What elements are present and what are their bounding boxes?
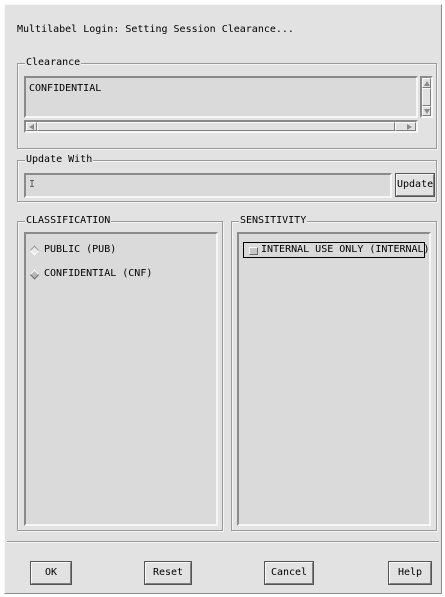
update-with-legend: Update With <box>25 154 94 166</box>
update-with-input[interactable]: I <box>24 173 392 198</box>
cancel-button[interactable]: Cancel <box>265 562 313 584</box>
scroll-left-arrow-icon[interactable] <box>26 122 37 131</box>
sensitivity-group: SENSITIVITY INTERNAL USE ONLY (INTERNAL) <box>231 215 437 531</box>
sensitivity-item-internal[interactable]: INTERNAL USE ONLY (INTERNAL) <box>243 242 430 258</box>
help-button[interactable]: Help <box>389 562 431 584</box>
clearance-value: CONFIDENTIAL <box>29 83 102 94</box>
scroll-up-arrow-icon[interactable] <box>422 78 431 88</box>
classification-option-pub[interactable]: PUBLIC (PUB) <box>29 244 210 258</box>
clearance-legend: Clearance <box>25 57 82 69</box>
clearance-horizontal-thumb[interactable] <box>37 122 395 131</box>
clearance-text-area: CONFIDENTIAL <box>24 76 418 118</box>
classification-option-cnf[interactable]: CONFIDENTIAL (CNF) <box>29 268 210 282</box>
update-with-group: Update With I Update <box>17 154 437 202</box>
footer-separator <box>7 541 439 543</box>
sensitivity-item-label: INTERNAL USE ONLY (INTERNAL) <box>261 244 430 255</box>
dialog-title: Multilabel Login: Setting Session Cleara… <box>17 24 294 35</box>
radio-unselected-icon[interactable] <box>29 245 40 256</box>
classification-group: CLASSIFICATION PUBLIC (PUB) CONFIDENTIAL… <box>17 215 223 531</box>
clearance-group: Clearance CONFIDENTIAL <box>17 57 437 149</box>
reset-button[interactable]: Reset <box>145 562 191 584</box>
ok-button[interactable]: OK <box>31 562 71 584</box>
radio-selected-icon[interactable] <box>29 269 40 280</box>
text-cursor-icon: I <box>29 179 36 190</box>
sensitivity-list: INTERNAL USE ONLY (INTERNAL) <box>237 232 431 526</box>
classification-list: PUBLIC (PUB) CONFIDENTIAL (CNF) <box>24 232 218 526</box>
update-button[interactable]: Update <box>396 174 434 196</box>
checkbox-unchecked-icon[interactable] <box>249 247 258 255</box>
classification-option-label: PUBLIC (PUB) <box>44 244 117 255</box>
clearance-vertical-scrollbar[interactable] <box>420 76 433 118</box>
clearance-horizontal-scrollbar[interactable] <box>24 120 418 133</box>
sensitivity-legend: SENSITIVITY <box>239 215 308 227</box>
classification-legend: CLASSIFICATION <box>25 215 112 227</box>
classification-option-label: CONFIDENTIAL (CNF) <box>44 268 153 279</box>
scroll-down-arrow-icon[interactable] <box>422 106 431 116</box>
clearance-vertical-thumb[interactable] <box>422 88 431 106</box>
scroll-right-arrow-icon[interactable] <box>395 122 416 131</box>
session-clearance-dialog: Multilabel Login: Setting Session Cleara… <box>4 4 442 594</box>
